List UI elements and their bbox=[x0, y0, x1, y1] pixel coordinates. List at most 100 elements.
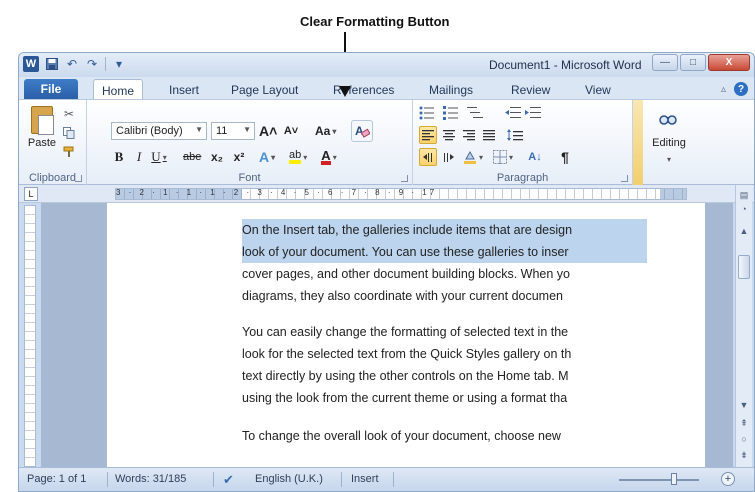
shrink-font-button[interactable]: A˅ bbox=[283, 122, 299, 140]
clipboard-dialog-launcher[interactable] bbox=[75, 175, 82, 182]
scroll-up-icon[interactable]: ▲ bbox=[738, 225, 750, 237]
editing-dropdown-icon[interactable]: ▾ bbox=[661, 150, 677, 168]
find-icon[interactable] bbox=[657, 108, 679, 130]
tab-home[interactable]: Home bbox=[93, 79, 144, 99]
document-page[interactable]: On the Insert tab, the galleries include… bbox=[107, 203, 705, 468]
language-status[interactable]: English (U.K.) bbox=[255, 473, 323, 485]
underline-button[interactable]: U ▾ bbox=[151, 148, 167, 166]
shading-button[interactable]: ▾ bbox=[463, 148, 483, 166]
status-separator bbox=[393, 472, 394, 487]
rtl-button[interactable] bbox=[441, 148, 457, 166]
ribbon-tab-bar: File Home Insert Page Layout References … bbox=[19, 77, 754, 99]
window-title: Document1 - Microsoft Word bbox=[489, 58, 642, 72]
font-size-box[interactable]: 11 ▼ bbox=[211, 122, 255, 140]
font-dialog-launcher[interactable] bbox=[401, 175, 408, 182]
paste-button[interactable]: Paste bbox=[27, 106, 57, 149]
change-case-dropdown-icon: ▾ bbox=[332, 126, 337, 136]
proofing-icon[interactable]: ✔ bbox=[223, 472, 234, 488]
minimize-button[interactable]: — bbox=[652, 54, 678, 71]
text-line[interactable]: diagrams, they also coordinate with your… bbox=[242, 285, 647, 307]
horizontal-ruler[interactable]: 3 · 2 · 1 · 1 · 1 · 2 · 3 · 4 · 5 · 6 · … bbox=[115, 188, 687, 200]
show-formatting-button[interactable]: ¶ bbox=[557, 148, 573, 166]
text-line[interactable]: To change the overall look of your docum… bbox=[242, 425, 647, 447]
vertical-ruler[interactable] bbox=[24, 205, 36, 467]
previous-page-icon[interactable]: ⇞ bbox=[738, 417, 750, 429]
zoom-in-button[interactable]: + bbox=[721, 472, 735, 486]
text-line[interactable]: look for the selected text from the Quic… bbox=[242, 343, 647, 365]
browse-object-icon[interactable]: ○ bbox=[738, 433, 750, 445]
format-painter-icon[interactable] bbox=[61, 144, 77, 160]
grow-font-button[interactable]: A˄ bbox=[259, 122, 277, 140]
paragraph-dialog-launcher[interactable] bbox=[621, 175, 628, 182]
next-page-icon[interactable]: ⇟ bbox=[738, 449, 750, 461]
vertical-scrollbar[interactable]: ▤ ◔ ▲ ▼ ⇞ ○ ⇟ bbox=[735, 185, 752, 468]
numbering-button[interactable] bbox=[443, 104, 459, 122]
strikethrough-button[interactable]: abe bbox=[183, 148, 201, 166]
tab-selector[interactable]: L bbox=[24, 187, 38, 201]
zoom-slider-thumb[interactable] bbox=[671, 473, 677, 485]
scroll-down-icon[interactable]: ▼ bbox=[738, 399, 750, 411]
word-count[interactable]: Words: 31/185 bbox=[115, 473, 186, 485]
tab-insert[interactable]: Insert bbox=[169, 83, 199, 97]
italic-button[interactable]: I bbox=[131, 148, 147, 166]
insert-mode-status[interactable]: Insert bbox=[351, 473, 379, 485]
cut-icon[interactable]: ✂ bbox=[61, 106, 77, 122]
zoom-slider-track[interactable] bbox=[619, 479, 699, 481]
align-left-button[interactable] bbox=[419, 126, 437, 144]
line-spacing-button[interactable] bbox=[507, 126, 523, 144]
borders-button[interactable]: ▾ bbox=[493, 148, 513, 166]
increase-indent-button[interactable] bbox=[525, 104, 541, 122]
save-icon[interactable] bbox=[45, 57, 59, 71]
minimize-ribbon-icon[interactable]: ▵ bbox=[721, 84, 726, 95]
close-button[interactable]: X bbox=[708, 54, 750, 71]
font-size-value: 11 bbox=[216, 125, 228, 137]
align-right-button[interactable] bbox=[461, 126, 477, 144]
multilevel-list-button[interactable] bbox=[467, 104, 483, 122]
view-ruler-icon[interactable]: ▤ bbox=[738, 189, 750, 201]
ruler-toggle-icon[interactable]: ◔ bbox=[738, 203, 750, 215]
ltr-button[interactable] bbox=[419, 148, 437, 166]
customize-qat-icon[interactable]: ▾ bbox=[112, 57, 126, 71]
bold-button[interactable]: B bbox=[111, 148, 127, 166]
highlight-button[interactable]: ab ▾ bbox=[289, 148, 307, 166]
text-line[interactable]: You can easily change the formatting of … bbox=[242, 321, 647, 343]
tab-file[interactable]: File bbox=[24, 79, 78, 99]
text-line[interactable]: using the look from the current theme or… bbox=[242, 387, 647, 409]
ruler-row: L 3 · 2 · 1 · 1 · 1 · 2 · 3 · 4 · 5 · 6 … bbox=[19, 185, 754, 203]
word-app-icon[interactable]: W bbox=[23, 56, 39, 72]
page-count[interactable]: Page: 1 of 1 bbox=[27, 473, 86, 485]
vertical-ruler-ticks bbox=[25, 206, 35, 466]
clear-formatting-button[interactable]: A bbox=[351, 120, 373, 142]
font-color-button[interactable]: A ▾ bbox=[321, 148, 337, 166]
copy-icon[interactable] bbox=[61, 125, 77, 141]
font-name-box[interactable]: Calibri (Body) ▼ bbox=[111, 122, 207, 140]
tab-view[interactable]: View bbox=[585, 83, 611, 97]
paragraph-3[interactable]: To change the overall look of your docum… bbox=[242, 425, 647, 447]
highlight-dropdown-icon: ▾ bbox=[303, 152, 308, 162]
bullets-button[interactable] bbox=[419, 104, 435, 122]
change-case-button[interactable]: Aa ▾ bbox=[315, 122, 336, 140]
decrease-indent-button[interactable] bbox=[505, 104, 521, 122]
group-styles[interactable] bbox=[633, 100, 643, 186]
text-line[interactable]: look of your document. You can use these… bbox=[242, 241, 647, 263]
redo-icon[interactable]: ↷ bbox=[85, 57, 99, 71]
text-line[interactable]: On the Insert tab, the galleries include… bbox=[242, 219, 647, 241]
align-center-button[interactable] bbox=[441, 126, 457, 144]
justify-button[interactable] bbox=[481, 126, 497, 144]
help-icon[interactable]: ? bbox=[734, 82, 748, 96]
scrollbar-thumb[interactable] bbox=[738, 255, 750, 279]
paragraph-2[interactable]: You can easily change the formatting of … bbox=[242, 321, 647, 409]
text-line[interactable]: text directly by using the other control… bbox=[242, 365, 647, 387]
superscript-button[interactable]: x² bbox=[231, 148, 247, 166]
tab-mailings[interactable]: Mailings bbox=[429, 83, 473, 97]
tab-page-layout[interactable]: Page Layout bbox=[231, 83, 298, 97]
text-effects-button[interactable]: A ▾ bbox=[259, 148, 275, 166]
sort-button[interactable]: A↓ bbox=[527, 148, 543, 166]
paste-icon bbox=[31, 106, 54, 135]
subscript-button[interactable]: x₂ bbox=[209, 148, 225, 166]
maximize-button[interactable]: □ bbox=[680, 54, 706, 71]
tab-review[interactable]: Review bbox=[511, 83, 550, 97]
undo-icon[interactable]: ↶ bbox=[65, 57, 79, 71]
text-line[interactable]: cover pages, and other document building… bbox=[242, 263, 647, 285]
paragraph-1[interactable]: On the Insert tab, the galleries include… bbox=[242, 219, 647, 307]
